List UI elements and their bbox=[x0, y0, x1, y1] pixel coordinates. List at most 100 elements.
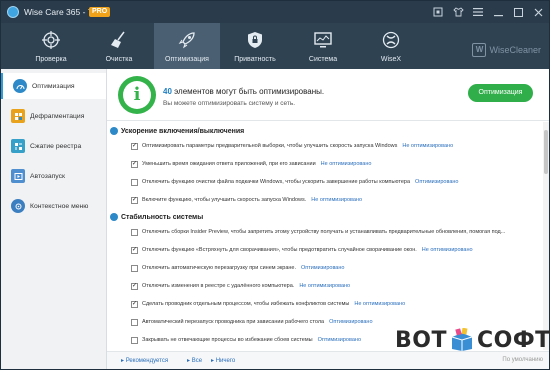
item-checkbox[interactable]: ✓ bbox=[131, 283, 138, 290]
app-window: Wise Care 365 - 7.2.8 PRO Проверка Очист… bbox=[0, 0, 550, 370]
banner-title-text: элементов могут быть оптимизированы. bbox=[174, 87, 325, 96]
wisex-icon bbox=[382, 31, 400, 49]
item-status: Не оптимизировано bbox=[421, 247, 473, 253]
optimization-list: Ускорение включения/выключения ✓ Оптимиз… bbox=[107, 122, 543, 350]
list-item: ✓ Сделать проводник отдельным процессом,… bbox=[107, 298, 543, 312]
item-checkbox[interactable]: ✓ bbox=[131, 301, 138, 308]
sidebar-item-label: Автозапуск bbox=[30, 172, 66, 180]
site-watermark: ВОТ СОФТ bbox=[395, 325, 550, 355]
item-checkbox[interactable]: ✓ bbox=[131, 247, 138, 254]
list-scrollbar[interactable] bbox=[543, 122, 549, 350]
section-collapse-icon[interactable] bbox=[110, 213, 118, 221]
shield-lock-icon bbox=[248, 32, 262, 48]
rocket-icon bbox=[178, 32, 195, 49]
select-recommended-link[interactable]: ▸ Рекомендуется bbox=[121, 357, 168, 364]
broom-icon bbox=[111, 31, 125, 48]
item-text: Включите функцию, чтобы улучшить скорост… bbox=[142, 197, 307, 203]
item-status: Оптимизировано bbox=[415, 179, 459, 185]
item-status: Не оптимизировано bbox=[320, 161, 372, 167]
monitor-icon bbox=[314, 32, 332, 48]
target-icon bbox=[42, 31, 60, 49]
item-status: Оптимизировано bbox=[317, 337, 362, 343]
item-status: Оптимизировано bbox=[301, 265, 345, 271]
sidebar-item-label: Сжатие реестра bbox=[30, 142, 82, 150]
pro-badge: PRO bbox=[89, 7, 111, 17]
tab-check[interactable]: Проверка bbox=[18, 23, 84, 69]
close-icon[interactable] bbox=[531, 5, 545, 19]
tab-label: Проверка bbox=[35, 56, 67, 63]
tab-optimize[interactable]: Оптимизация bbox=[154, 23, 220, 69]
select-none-link[interactable]: ▸ Ничего bbox=[211, 357, 235, 364]
minimize-icon[interactable] bbox=[491, 5, 505, 19]
menu-icon[interactable] bbox=[471, 5, 485, 19]
default-link[interactable]: По умолчанию bbox=[502, 357, 543, 363]
section-header: Ускорение включения/выключения bbox=[107, 124, 537, 138]
item-checkbox[interactable] bbox=[131, 229, 138, 236]
item-status: Не оптимизировано bbox=[402, 143, 454, 149]
item-text: Отключить автоматическую перезагрузку пр… bbox=[142, 265, 297, 271]
banner-subtitle: Вы можете оптимизировать систему и сеть. bbox=[163, 100, 296, 107]
tab-label: Оптимизация bbox=[165, 56, 209, 63]
tab-label: WiseX bbox=[380, 56, 402, 63]
sidebar-item-startup[interactable]: Автозапуск bbox=[1, 163, 106, 189]
tab-system[interactable]: Система bbox=[290, 23, 356, 69]
tab-label: Очистка bbox=[105, 56, 133, 63]
items-count: 40 bbox=[163, 87, 172, 96]
context-menu-icon bbox=[11, 199, 25, 213]
item-text: Отключить изменения в реестре с удалённо… bbox=[142, 283, 295, 289]
list-item: Отключить автоматическую перезагрузку пр… bbox=[107, 262, 543, 276]
tab-label: Система bbox=[308, 56, 338, 63]
section-title: Ускорение включения/выключения bbox=[121, 127, 245, 135]
item-checkbox[interactable]: ✓ bbox=[131, 143, 138, 150]
maximize-icon[interactable] bbox=[511, 5, 525, 19]
section-header: Стабильность системы bbox=[107, 210, 537, 224]
registry-icon bbox=[11, 139, 25, 153]
item-checkbox[interactable] bbox=[131, 337, 138, 344]
sidebar-item-defrag[interactable]: Дефрагментация bbox=[1, 103, 106, 129]
summary-banner: i 40 элементов могут быть оптимизированы… bbox=[107, 69, 549, 121]
banner-title: 40 элементов могут быть оптимизированы. bbox=[163, 87, 324, 96]
list-item: ✓ Включите функцию, чтобы улучшить скоро… bbox=[107, 194, 543, 208]
title-bar: Wise Care 365 - 7.2.8 PRO bbox=[1, 1, 549, 23]
info-icon: i bbox=[118, 76, 156, 114]
tshirt-icon[interactable] bbox=[451, 5, 465, 19]
sidebar-item-context-menu[interactable]: Контекстное меню bbox=[1, 193, 106, 219]
item-checkbox[interactable]: ✓ bbox=[131, 161, 138, 168]
tab-privacy[interactable]: Приватность bbox=[222, 23, 288, 69]
wisecleaner-logo-icon: W bbox=[472, 43, 487, 57]
app-logo-icon bbox=[7, 6, 19, 18]
item-checkbox[interactable]: ✓ bbox=[131, 197, 138, 204]
item-text: Уменьшить время ожидания ответа приложен… bbox=[142, 161, 316, 167]
list-item: Отключить сборки Insider Preview, чтобы … bbox=[107, 226, 543, 240]
item-text: Сделать проводник отдельным процессом, ч… bbox=[142, 301, 350, 307]
tab-clean[interactable]: Очистка bbox=[86, 23, 152, 69]
watermark-right: СОФТ bbox=[476, 327, 550, 353]
sidebar: Оптимизация Дефрагментация Сжатие реестр… bbox=[1, 69, 107, 369]
sidebar-item-optimization[interactable]: Оптимизация bbox=[1, 73, 106, 99]
list-item: ✓ Отключить функцию «Встряхнуть для свор… bbox=[107, 244, 543, 258]
main-nav: Проверка Очистка Оптимизация Приватность… bbox=[1, 23, 549, 69]
section-collapse-icon[interactable] bbox=[110, 127, 118, 135]
tab-wisex[interactable]: WiseX bbox=[358, 23, 424, 69]
optimize-button[interactable]: Оптимизация bbox=[468, 84, 533, 102]
scrollbar-thumb[interactable] bbox=[544, 130, 548, 174]
item-text: Оптимизировать параметры предварительной… bbox=[142, 143, 398, 149]
item-checkbox[interactable] bbox=[131, 265, 138, 272]
link-label: Все bbox=[191, 358, 203, 364]
watermark-left: ВОТ bbox=[395, 327, 447, 353]
item-status: Не оптимизировано bbox=[354, 301, 406, 307]
brand-name: WiseCleaner bbox=[489, 45, 541, 55]
select-all-link[interactable]: ▸ Все bbox=[187, 357, 202, 364]
sidebar-item-registry[interactable]: Сжатие реестра bbox=[1, 133, 106, 159]
item-status: Не оптимизировано bbox=[299, 283, 351, 289]
section-title: Стабильность системы bbox=[121, 213, 204, 221]
item-checkbox[interactable] bbox=[131, 179, 138, 186]
list-item: Отключить функцию очистки файла подкачки… bbox=[107, 176, 543, 190]
scan-icon[interactable] bbox=[431, 5, 445, 19]
item-text: Автоматический перезапуск проводника при… bbox=[142, 319, 325, 325]
item-text: Отключить функцию «Встряхнуть для сворач… bbox=[142, 247, 417, 253]
box-icon bbox=[449, 327, 475, 352]
item-checkbox[interactable] bbox=[131, 319, 138, 326]
list-item: ✓ Оптимизировать параметры предварительн… bbox=[107, 140, 543, 154]
sidebar-item-label: Контекстное меню bbox=[30, 202, 89, 210]
